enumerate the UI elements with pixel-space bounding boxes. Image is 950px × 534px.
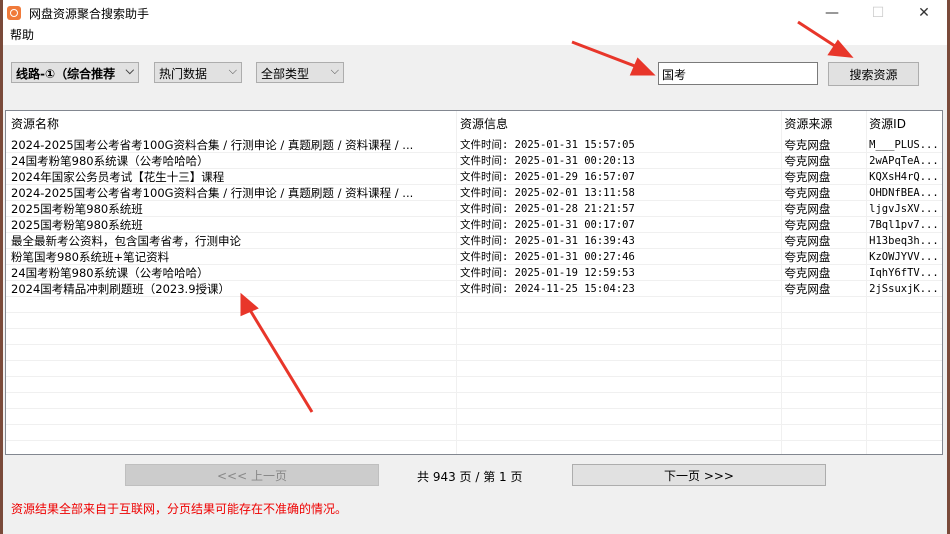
results-table: 资源名称 资源信息 资源来源 资源ID 2024-2025国考公考省考100G资… — [5, 110, 943, 455]
toolbar: 线路-①（综合推荐 ⌵ 热门数据 ⌵ 全部类型 ⌵ 国考 搜索资源 — [3, 45, 947, 110]
table-row[interactable]: 2024-2025国考公考省考100G资料合集 / 行测申论 / 真题刷题 / … — [6, 137, 942, 153]
cell-id: ljgvJsXV... — [869, 203, 939, 215]
cell-source: 夸克网盘 — [784, 202, 831, 216]
cell-source: 夸克网盘 — [784, 234, 831, 248]
search-button[interactable]: 搜索资源 — [828, 62, 919, 86]
cell-source: 夸克网盘 — [784, 266, 831, 280]
cell-name: 2025国考粉笔980系统班 — [11, 202, 143, 216]
table-header: 资源名称 资源信息 资源来源 资源ID — [6, 111, 942, 137]
empty-row — [6, 313, 942, 329]
cell-id: OHDNfBEA... — [869, 187, 939, 199]
cell-name: 2025国考粉笔980系统班 — [11, 218, 143, 232]
close-button[interactable]: ✕ — [901, 0, 947, 26]
menu-help[interactable]: 帮助 — [10, 28, 34, 42]
cell-source: 夸克网盘 — [784, 170, 831, 184]
cell-name: 最全最新考公资料，包含国考省考，行测申论 — [11, 234, 241, 248]
cell-info: 文件时间: 2025-01-31 00:27:46 — [460, 251, 635, 263]
cell-name: 2024-2025国考公考省考100G资料合集 / 行测申论 / 真题刷题 / … — [11, 138, 414, 152]
cell-id: 7Bql1pv7... — [869, 219, 939, 231]
empty-row — [6, 393, 942, 409]
cell-source: 夸克网盘 — [784, 138, 831, 152]
window-title: 网盘资源聚合搜索助手 — [29, 6, 150, 21]
cell-source: 夸克网盘 — [784, 282, 831, 296]
route-select-value: 线路-①（综合推荐 — [16, 67, 116, 81]
cell-id: H13beq3h... — [869, 235, 939, 247]
table-row[interactable]: 粉笔国考980系统班+笔记资料 文件时间: 2025-01-31 00:27:46… — [6, 249, 942, 265]
cell-info: 文件时间: 2025-01-28 21:21:57 — [460, 203, 635, 215]
menu-bar: 帮助 — [3, 26, 947, 45]
cell-name: 2024年国家公务员考试【花生十三】课程 — [11, 170, 225, 184]
table-row[interactable]: 最全最新考公资料，包含国考省考，行测申论 文件时间: 2025-01-31 16:… — [6, 233, 942, 249]
empty-row — [6, 409, 942, 425]
chevron-down-icon: ⌵ — [330, 64, 339, 77]
cell-info: 文件时间: 2024-11-25 15:04:23 — [460, 283, 635, 295]
table-row[interactable]: 2024-2025国考公考省考100G资料合集 / 行测申论 / 真题刷题 / … — [6, 185, 942, 201]
cell-name: 粉笔国考980系统班+笔记资料 — [11, 250, 170, 264]
page-info: 共 943 页 / 第 1 页 — [417, 470, 523, 484]
maximize-button[interactable]: ☐ — [855, 0, 901, 26]
cell-id: IqhY6fTV... — [869, 267, 939, 279]
column-header-source[interactable]: 资源来源 — [779, 111, 864, 137]
minimize-button[interactable]: — — [809, 0, 855, 26]
empty-row — [6, 345, 942, 361]
table-row[interactable]: 24国考粉笔980系统课（公考哈哈哈） 文件时间: 2025-01-19 12:5… — [6, 265, 942, 281]
cell-info: 文件时间: 2025-02-01 13:11:58 — [460, 187, 635, 199]
route-select[interactable]: 线路-①（综合推荐 ⌵ — [11, 62, 139, 83]
empty-row — [6, 361, 942, 377]
title-bar: 网盘资源聚合搜索助手 — ☐ ✕ — [3, 0, 947, 26]
app-window: 网盘资源聚合搜索助手 — ☐ ✕ 帮助 线路-①（综合推荐 ⌵ 热门数据 ⌵ 全部类… — [3, 0, 947, 534]
cell-source: 夸克网盘 — [784, 186, 831, 200]
chevron-down-icon: ⌵ — [123, 64, 134, 78]
column-header-id[interactable]: 资源ID — [864, 111, 942, 137]
table-row[interactable]: 2025国考粉笔980系统班 文件时间: 2025-01-28 21:21:57 夸… — [6, 201, 942, 217]
prev-page-button[interactable]: <<< 上一页 — [125, 464, 379, 486]
app-logo-icon — [7, 6, 21, 20]
cell-name: 24国考粉笔980系统课（公考哈哈哈） — [11, 154, 209, 168]
cell-name: 2024-2025国考公考省考100G资料合集 / 行测申论 / 真题刷题 / … — [11, 186, 414, 200]
cell-info: 文件时间: 2025-01-29 16:57:07 — [460, 171, 635, 183]
cell-id: KQXsH4rQ... — [869, 171, 939, 183]
search-input[interactable]: 国考 — [658, 62, 818, 85]
cell-source: 夸克网盘 — [784, 218, 831, 232]
column-header-name[interactable]: 资源名称 — [6, 111, 455, 137]
hot-data-select[interactable]: 热门数据 ⌵ — [154, 62, 242, 83]
cell-source: 夸克网盘 — [784, 250, 831, 264]
empty-row — [6, 329, 942, 345]
cell-id: M___PLUS... — [869, 139, 939, 151]
table-row[interactable]: 24国考粉笔980系统课（公考哈哈哈） 文件时间: 2025-01-31 00:2… — [6, 153, 942, 169]
column-header-info[interactable]: 资源信息 — [455, 111, 779, 137]
table-row[interactable]: 2024国考精品冲刺刷题班（2023.9授课） 文件时间: 2024-11-25 … — [6, 281, 942, 297]
cell-id: 2jSsuxjK... — [869, 283, 939, 295]
type-select[interactable]: 全部类型 ⌵ — [256, 62, 344, 83]
empty-row — [6, 425, 942, 441]
cell-info: 文件时间: 2025-01-19 12:59:53 — [460, 267, 635, 279]
cell-id: 2wAPqTeA... — [869, 155, 939, 167]
cell-name: 24国考粉笔980系统课（公考哈哈哈） — [11, 266, 209, 280]
cell-info: 文件时间: 2025-01-31 16:39:43 — [460, 235, 635, 247]
cell-source: 夸克网盘 — [784, 154, 831, 168]
cell-id: KzOWJYVV... — [869, 251, 939, 263]
cell-info: 文件时间: 2025-01-31 15:57:05 — [460, 139, 635, 151]
cell-info: 文件时间: 2025-01-31 00:20:13 — [460, 155, 635, 167]
type-value: 全部类型 — [261, 67, 310, 81]
cell-name: 2024国考精品冲刺刷题班（2023.9授课） — [11, 282, 231, 296]
hot-data-value: 热门数据 — [159, 67, 208, 81]
chevron-down-icon: ⌵ — [228, 64, 237, 77]
empty-row — [6, 297, 942, 313]
notice-text: 资源结果全部来自于互联网，分页结果可能存在不准确的情况。 — [11, 502, 348, 516]
table-row[interactable]: 2025国考粉笔980系统班 文件时间: 2025-01-31 00:17:07 夸… — [6, 217, 942, 233]
table-row[interactable]: 2024年国家公务员考试【花生十三】课程 文件时间: 2025-01-29 16:… — [6, 169, 942, 185]
next-page-button[interactable]: 下一页 >>> — [572, 464, 826, 486]
empty-row — [6, 377, 942, 393]
cell-info: 文件时间: 2025-01-31 00:17:07 — [460, 219, 635, 231]
